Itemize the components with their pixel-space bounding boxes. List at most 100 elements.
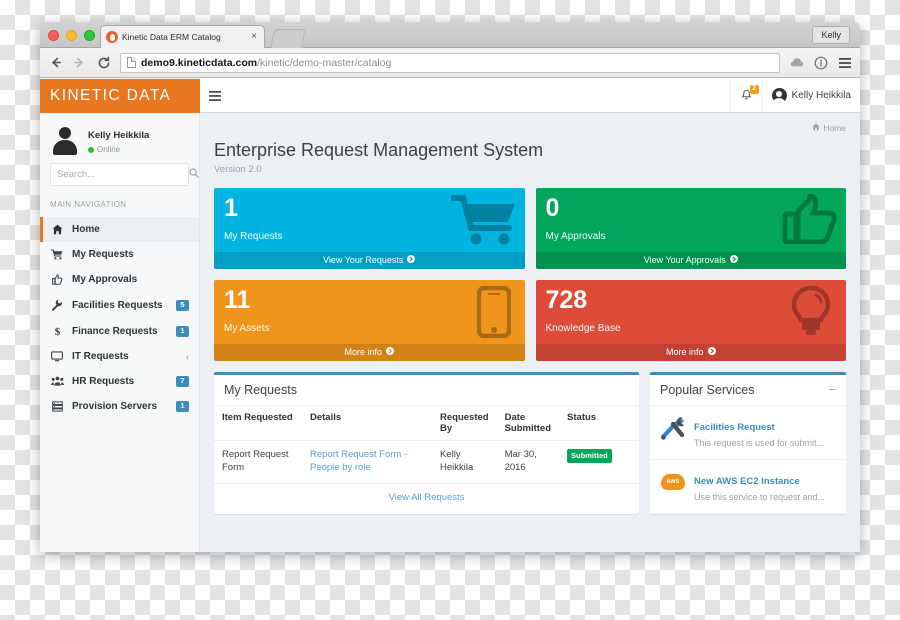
sidebar-user-panel[interactable]: Kelly Heikkila Online: [40, 113, 199, 163]
cloud-icon[interactable]: [789, 55, 804, 70]
column-header-item-requested[interactable]: Item Requested: [214, 406, 302, 441]
users-group-icon: [50, 376, 64, 387]
sidebar-item-facilities-requests[interactable]: Facilities Requests 5: [40, 292, 199, 318]
sidebar-item-home[interactable]: Home: [40, 217, 199, 243]
service-title[interactable]: Facilities Request: [694, 422, 775, 433]
minimize-window-button[interactable]: [66, 30, 77, 41]
breadcrumb[interactable]: Home: [812, 123, 846, 133]
column-header-requested-by[interactable]: Requested By: [432, 406, 497, 441]
table-row[interactable]: Report Request Form Report Request Form …: [214, 440, 639, 484]
page-document-icon: [127, 57, 136, 68]
maximize-window-button[interactable]: [84, 30, 95, 41]
kinetic-data-favicon: [106, 31, 118, 43]
stat-card-label: My Approvals: [545, 231, 606, 242]
sidebar-item-badge: 7: [176, 376, 189, 388]
sidebar-item-it-requests[interactable]: IT Requests ‹: [40, 344, 199, 369]
stat-card-footer-link[interactable]: More info: [214, 344, 525, 361]
stat-card-label: My Requests: [224, 231, 283, 242]
arrow-circle-right-icon: [707, 347, 716, 357]
home-icon: [50, 224, 64, 235]
forward-arrow-icon[interactable]: [72, 55, 87, 70]
header-user-name: Kelly Heikkila: [791, 90, 851, 101]
search-input[interactable]: [57, 169, 189, 181]
sidebar-toggle-button[interactable]: [200, 79, 230, 112]
stat-card-number: 0: [545, 194, 560, 222]
sidebar-item-label: Facilities Requests: [72, 299, 163, 311]
stat-card-my-approvals[interactable]: 0 My Approvals View Your Approvals: [535, 188, 846, 269]
chrome-profile-button[interactable]: Kelly: [812, 26, 850, 44]
browser-tab-title: Kinetic Data ERM Catalog: [122, 32, 221, 42]
close-icon[interactable]: ×: [249, 32, 259, 42]
home-icon: [812, 123, 820, 133]
browser-tab-active[interactable]: Kinetic Data ERM Catalog ×: [100, 25, 265, 48]
stat-card-footer-label: View Your Approvals: [643, 255, 726, 265]
sidebar-item-hr-requests[interactable]: HR Requests 7: [40, 369, 199, 394]
notifications-button[interactable]: 2: [729, 79, 762, 112]
stat-card-number: 728: [545, 286, 588, 314]
stat-card-knowledge-base[interactable]: 728 Knowledge Base More info: [535, 280, 846, 361]
minus-icon[interactable]: −: [828, 383, 836, 396]
hamburger-menu-icon[interactable]: [837, 55, 852, 70]
sidebar-item-badge: 1: [176, 325, 189, 337]
stat-card-my-requests[interactable]: 1 My Requests View Your Requests: [214, 188, 525, 269]
panel-title: Popular Services: [660, 383, 755, 397]
cell-details: Report Request Form - People by role: [302, 440, 432, 484]
service-title[interactable]: New AWS EC2 Instance: [694, 476, 800, 487]
aws-cloud-icon: AWS: [660, 469, 686, 495]
desktop-icon: [50, 351, 64, 362]
arrow-circle-right-icon: [407, 255, 416, 265]
search-box[interactable]: [50, 163, 199, 187]
column-header-details[interactable]: Details: [302, 406, 432, 441]
stat-card-footer-link[interactable]: View Your Requests: [214, 252, 525, 269]
stat-cards-grid: 1 My Requests View Your Requests 0 My Ap…: [214, 188, 846, 361]
service-description: This request is used for submit...: [694, 438, 825, 449]
sidebar-item-my-approvals[interactable]: My Approvals: [40, 267, 199, 292]
close-window-button[interactable]: [48, 30, 59, 41]
sidebar-item-my-requests[interactable]: My Requests: [40, 242, 199, 267]
user-menu-button[interactable]: Kelly Heikkila: [761, 79, 860, 112]
server-icon: [50, 401, 64, 412]
address-bar[interactable]: demo9.kineticdata.com/kinetic/demo-maste…: [120, 52, 780, 73]
stat-card-footer-link[interactable]: View Your Approvals: [535, 252, 846, 269]
user-avatar-icon: [50, 124, 80, 156]
sidebar-user-meta: Kelly Heikkila Online: [88, 123, 149, 155]
stat-card-footer-label: More info: [344, 347, 383, 357]
sidebar-item-finance-requests[interactable]: $ Finance Requests 1: [40, 318, 199, 344]
column-header-status[interactable]: Status: [559, 406, 639, 441]
stat-card-label: Knowledge Base: [545, 323, 621, 334]
list-item[interactable]: AWS New AWS EC2 Instance Use this servic…: [650, 460, 846, 514]
service-description: Use this service to request and...: [694, 492, 826, 503]
column-header-date-submitted[interactable]: Date Submitted: [496, 406, 560, 441]
request-details-link[interactable]: Report Request Form - People by role: [310, 449, 407, 473]
back-arrow-icon[interactable]: [48, 55, 63, 70]
svg-text:$: $: [54, 326, 60, 337]
stat-card-my-assets[interactable]: 11 My Assets More info: [214, 280, 525, 361]
bell-icon: 2: [740, 85, 759, 102]
page-subtitle: Version 2.0: [214, 164, 262, 175]
list-item[interactable]: Facilities Request This request is used …: [650, 406, 846, 460]
panel-header: My Requests: [214, 375, 639, 406]
arrow-circle-right-icon: [729, 255, 738, 265]
sidebar-nav-header: MAIN NAVIGATION: [50, 200, 127, 210]
sidebar-item-provision-servers[interactable]: Provision Servers 1: [40, 394, 199, 419]
table-header-row: Item Requested Details Requested By Date…: [214, 406, 639, 441]
stat-card-footer-link[interactable]: More info: [535, 344, 846, 361]
requests-table: Item Requested Details Requested By Date…: [214, 406, 639, 484]
app-brand-logo[interactable]: KINETIC DATA: [40, 79, 200, 113]
view-all-requests-link[interactable]: View All Requests: [389, 492, 465, 503]
new-tab-button[interactable]: [270, 29, 306, 48]
stat-card-number: 11: [224, 286, 251, 314]
reload-icon[interactable]: [96, 55, 111, 70]
search-icon[interactable]: [189, 168, 199, 181]
info-circle-icon[interactable]: [813, 55, 828, 70]
user-avatar-icon: [771, 88, 787, 103]
address-bar-url: demo9.kineticdata.com/kinetic/demo-maste…: [141, 57, 391, 69]
arrow-circle-right-icon: [386, 347, 395, 357]
chevron-left-icon: ‹: [186, 351, 189, 362]
sidebar: Kelly Heikkila Online Search... MAIN NAV…: [40, 113, 200, 552]
url-path: /kinetic/demo-master/catalog: [257, 56, 392, 69]
online-status-dot: [88, 146, 94, 153]
dollar-sign-icon: $: [50, 325, 64, 337]
sidebar-user-status-label: Online: [97, 144, 121, 154]
aws-cloud-label: AWS: [666, 478, 680, 485]
